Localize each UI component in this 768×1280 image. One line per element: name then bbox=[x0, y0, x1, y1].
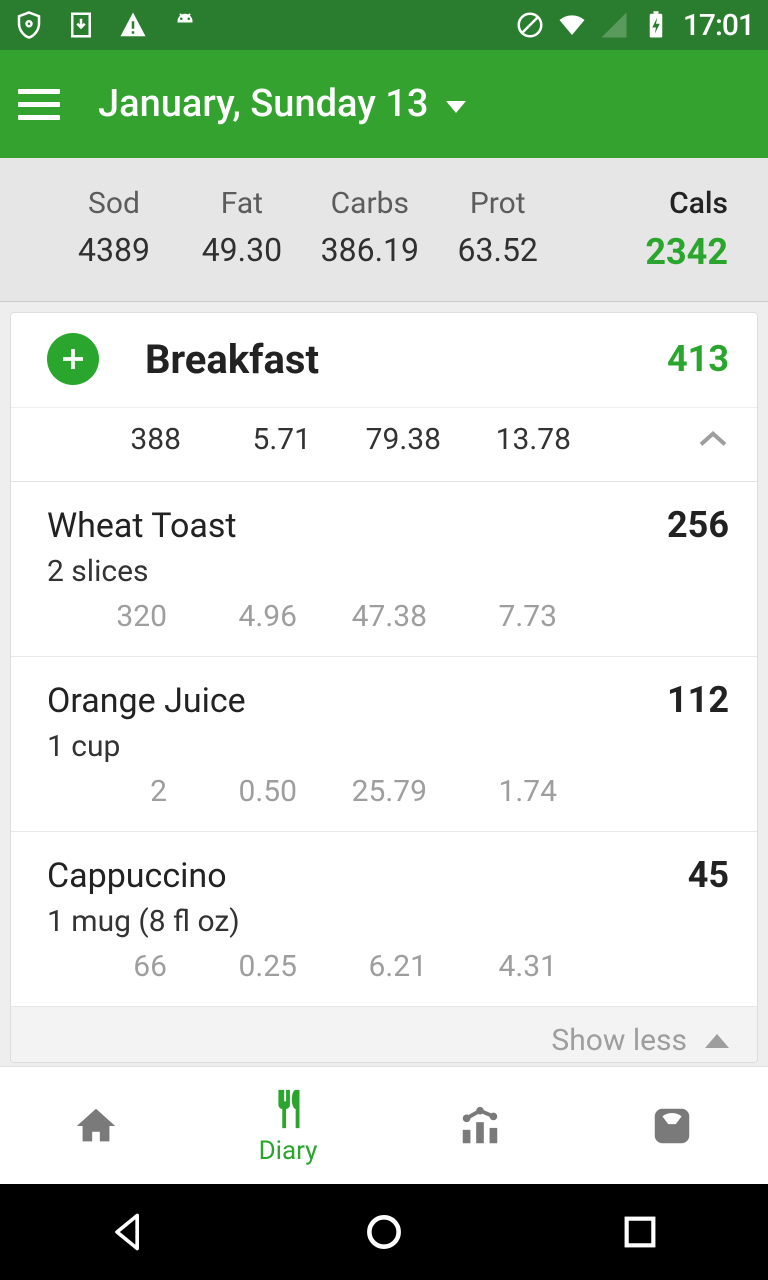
date-selector[interactable]: January, Sunday 13 bbox=[98, 82, 466, 126]
totals-value-cals: 2342 bbox=[562, 231, 728, 273]
meal-header: Breakfast 413 bbox=[11, 313, 757, 407]
food-item[interactable]: Wheat Toast 256 2 slices 320 4.96 47.38 … bbox=[11, 482, 757, 657]
food-cals: 45 bbox=[688, 854, 729, 896]
food-sod: 320 bbox=[47, 599, 167, 634]
totals-value-sod: 4389 bbox=[50, 231, 178, 269]
show-less-row[interactable]: Show less bbox=[11, 1007, 757, 1062]
meal-sub-fat: 5.71 bbox=[181, 422, 311, 457]
totals-value-fat: 49.30 bbox=[178, 231, 306, 269]
meal-card: Breakfast 413 388 5.71 79.38 13.78 Wheat… bbox=[10, 312, 758, 1063]
app-bar: January, Sunday 13 bbox=[0, 50, 768, 158]
triangle-up-icon bbox=[705, 1034, 729, 1048]
android-nav-bar bbox=[0, 1184, 768, 1280]
food-fat: 0.25 bbox=[167, 949, 297, 984]
totals-header-prot: Prot bbox=[434, 186, 562, 221]
meal-sub-carbs: 79.38 bbox=[311, 422, 441, 457]
food-sod: 66 bbox=[47, 949, 167, 984]
food-qty: 1 mug (8 fl oz) bbox=[47, 904, 729, 939]
meal-sub-prot: 13.78 bbox=[441, 422, 571, 457]
nav-home-button[interactable] bbox=[354, 1202, 414, 1262]
tab-stats[interactable] bbox=[384, 1067, 576, 1184]
food-name: Cappuccino bbox=[47, 856, 227, 896]
battery-icon bbox=[641, 10, 671, 40]
food-cals: 256 bbox=[667, 504, 729, 546]
signal-icon bbox=[599, 10, 629, 40]
totals-value-carbs: 386.19 bbox=[306, 231, 434, 269]
meal-sub-sod: 388 bbox=[61, 422, 181, 457]
bottom-tab-bar: Diary bbox=[0, 1066, 768, 1184]
tab-scale[interactable] bbox=[576, 1067, 768, 1184]
food-item[interactable]: Orange Juice 112 1 cup 2 0.50 25.79 1.74 bbox=[11, 657, 757, 832]
totals-header-carbs: Carbs bbox=[306, 186, 434, 221]
tab-home[interactable] bbox=[0, 1067, 192, 1184]
food-item[interactable]: Cappuccino 45 1 mug (8 fl oz) 66 0.25 6.… bbox=[11, 832, 757, 1007]
meal-name: Breakfast bbox=[145, 336, 319, 383]
status-time: 17:01 bbox=[683, 8, 754, 43]
warning-icon bbox=[118, 10, 148, 40]
food-cals: 112 bbox=[667, 679, 729, 721]
status-bar: 17:01 bbox=[0, 0, 768, 50]
nav-recents-button[interactable] bbox=[610, 1202, 670, 1262]
date-title: January, Sunday 13 bbox=[98, 82, 428, 126]
daily-totals: Sod 4389 Fat 49.30 Carbs 386.19 Prot 63.… bbox=[0, 158, 768, 302]
meal-calories: 413 bbox=[667, 338, 729, 380]
meal-subtotals-row[interactable]: 388 5.71 79.38 13.78 bbox=[11, 407, 757, 482]
shield-icon bbox=[14, 10, 44, 40]
food-prot: 7.73 bbox=[427, 599, 557, 634]
add-food-button[interactable] bbox=[47, 333, 99, 385]
food-qty: 2 slices bbox=[47, 554, 729, 589]
tab-diary[interactable]: Diary bbox=[192, 1067, 384, 1184]
show-less-label: Show less bbox=[551, 1023, 687, 1058]
food-carbs: 6.21 bbox=[297, 949, 427, 984]
food-carbs: 47.38 bbox=[297, 599, 427, 634]
wifi-icon bbox=[557, 10, 587, 40]
chevron-up-icon bbox=[697, 422, 729, 457]
food-carbs: 25.79 bbox=[297, 774, 427, 809]
tab-diary-label: Diary bbox=[259, 1136, 318, 1166]
food-qty: 1 cup bbox=[47, 729, 729, 764]
dropdown-icon bbox=[446, 101, 466, 113]
totals-value-prot: 63.52 bbox=[434, 231, 562, 269]
food-prot: 1.74 bbox=[427, 774, 557, 809]
food-prot: 4.31 bbox=[427, 949, 557, 984]
food-name: Wheat Toast bbox=[47, 506, 237, 546]
food-sod: 2 bbox=[47, 774, 167, 809]
food-name: Orange Juice bbox=[47, 681, 246, 721]
download-icon bbox=[66, 10, 96, 40]
nav-back-button[interactable] bbox=[98, 1202, 158, 1262]
food-fat: 0.50 bbox=[167, 774, 297, 809]
totals-header-cals: Cals bbox=[562, 186, 728, 221]
totals-header-sod: Sod bbox=[50, 186, 178, 221]
totals-header-fat: Fat bbox=[178, 186, 306, 221]
android-icon bbox=[170, 10, 200, 40]
no-sim-icon bbox=[515, 10, 545, 40]
menu-button[interactable] bbox=[18, 80, 66, 128]
food-fat: 4.96 bbox=[167, 599, 297, 634]
